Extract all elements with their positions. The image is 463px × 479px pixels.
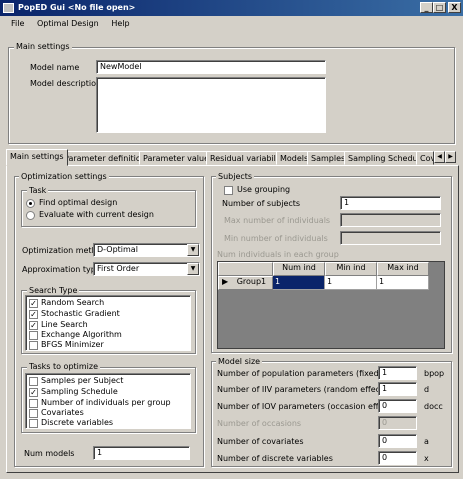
close-button[interactable]: X [448, 2, 461, 13]
optimization-settings-legend: Optimization settings [19, 172, 109, 181]
random-effects-label: Number of IIV parameters (random effects… [217, 385, 391, 394]
tab-samples[interactable]: Samples [307, 151, 350, 165]
main-settings-legend: Main settings [14, 42, 72, 51]
grid-header-min-ind[interactable]: Min ind [325, 262, 377, 276]
tab-scroll-left-icon[interactable]: ◀ [434, 151, 445, 163]
stochastic-gradient-label: Stochastic Gradient [41, 309, 120, 318]
maximize-button[interactable]: □ [433, 2, 446, 13]
grid-corner-cell [218, 262, 273, 276]
discrete-variables-checkbox[interactable] [29, 419, 38, 428]
grid-cell-num-ind[interactable]: 1 [273, 276, 325, 290]
menu-help[interactable]: Help [106, 16, 134, 32]
task-group [21, 190, 196, 227]
stochastic-gradient-checkbox[interactable]: ✓ [29, 310, 38, 319]
samples-per-subject-label: Samples per Subject [41, 376, 124, 385]
use-grouping-checkbox[interactable] [224, 186, 233, 195]
approximation-type-value: First Order [97, 264, 140, 273]
random-effects-input[interactable]: 1 [378, 382, 417, 396]
tab-main-settings[interactable]: Main settings [6, 149, 68, 166]
approximation-type-select[interactable]: First Order ▼ [93, 262, 200, 276]
row-pointer-icon: ▶ [222, 277, 229, 286]
grid-row-name: Group1 [236, 277, 267, 286]
menu-bar: File Optimal Design Help [0, 16, 463, 32]
optimization-method-select[interactable]: D-Optimal ▼ [93, 243, 200, 257]
sampling-schedule-label: Sampling Schedule [41, 387, 118, 396]
covariates-count-label: Number of covariates [217, 437, 304, 446]
search-type-list: ✓ Random Search ✓ Stochastic Gradient ✓ … [25, 295, 191, 351]
individuals-per-group-checkbox[interactable] [29, 399, 38, 408]
model-name-label: Model name [30, 63, 80, 72]
exchange-algorithm-label: Exchange Algorithm [41, 330, 122, 339]
menu-file[interactable]: File [6, 16, 29, 32]
subjects-legend: Subjects [216, 172, 255, 181]
line-search-checkbox[interactable]: ✓ [29, 321, 38, 330]
line-search-label: Line Search [41, 320, 88, 329]
menu-optimal-design[interactable]: Optimal Design [32, 16, 104, 32]
max-individuals-label: Max number of individuals [224, 216, 331, 225]
tab-covariates[interactable]: Cov [416, 151, 434, 165]
random-search-checkbox[interactable]: ✓ [29, 299, 38, 308]
occasions-input: 0 [378, 416, 417, 430]
grid-row-header[interactable]: ▶ Group1 [218, 276, 273, 290]
samples-per-subject-checkbox[interactable] [29, 377, 38, 386]
bfgs-minimizer-label: BFGS Minimizer [41, 340, 104, 349]
minimize-button[interactable]: _ [420, 2, 433, 13]
window-title: PopED Gui <No file open> [18, 3, 136, 12]
task-evaluate-radio[interactable] [26, 211, 35, 220]
max-individuals-input [340, 213, 441, 227]
individuals-per-group-label: Number of individuals per group [41, 398, 171, 407]
discrete-variables-label: Discrete variables [41, 418, 114, 427]
grid-cell-min-ind[interactable]: 1 [325, 276, 377, 290]
covariates-count-input[interactable]: 0 [378, 434, 417, 448]
task-find-optimal-label: Find optimal design [39, 198, 118, 207]
discrete-variables-count-label: Number of discrete variables [217, 454, 333, 463]
number-of-subjects-input[interactable]: 1 [340, 196, 441, 210]
fixed-effects-unit: bpop [424, 369, 445, 378]
model-description-textarea[interactable] [96, 77, 326, 133]
model-description-label: Model description [30, 79, 102, 88]
sampling-schedule-checkbox[interactable]: ✓ [29, 388, 38, 397]
task-legend: Task [27, 186, 49, 195]
covariates-label: Covariates [41, 408, 84, 417]
min-individuals-label: Min number of individuals [224, 234, 328, 243]
covariates-count-unit: a [424, 437, 429, 446]
individuals-grid: Num ind Min ind Max ind ▶ Group1 1 1 1 [217, 261, 445, 349]
individuals-grid-label: Num individuals in each group [217, 250, 339, 259]
number-of-subjects-label: Number of subjects [222, 199, 301, 208]
fixed-effects-input[interactable]: 1 [378, 366, 417, 380]
optimization-method-value: D-Optimal [97, 245, 138, 254]
min-individuals-input [340, 231, 441, 245]
covariates-checkbox[interactable] [29, 409, 38, 418]
occasions-label: Number of occasions [217, 419, 302, 428]
model-size-legend: Model size [216, 357, 263, 366]
model-name-input[interactable]: NewModel [96, 60, 326, 74]
occasion-effects-unit: docc [424, 402, 443, 411]
occasion-effects-label: Number of IOV parameters (occasion effec… [217, 402, 399, 411]
bfgs-minimizer-checkbox[interactable] [29, 341, 38, 350]
discrete-variables-count-unit: x [424, 454, 429, 463]
chevron-down-icon[interactable]: ▼ [187, 244, 199, 256]
task-find-optimal-radio[interactable] [26, 199, 35, 208]
search-type-legend: Search Type [27, 286, 80, 295]
chevron-down-icon[interactable]: ▼ [187, 263, 199, 275]
exchange-algorithm-checkbox[interactable] [29, 331, 38, 340]
tasks-to-optimize-list: Samples per Subject ✓ Sampling Schedule … [25, 373, 191, 429]
title-bar: PopED Gui <No file open> [0, 0, 463, 16]
app-icon [3, 3, 14, 13]
random-effects-unit: d [424, 385, 430, 394]
random-search-label: Random Search [41, 298, 105, 307]
grid-header-num-ind[interactable]: Num ind [273, 262, 325, 276]
tasks-to-optimize-legend: Tasks to optimize [27, 362, 101, 371]
num-models-input[interactable]: 1 [93, 446, 190, 460]
use-grouping-label: Use grouping [237, 185, 291, 194]
occasion-effects-input[interactable]: 0 [378, 399, 417, 413]
tab-scroll-right-icon[interactable]: ▶ [445, 151, 456, 163]
discrete-variables-count-input[interactable]: 0 [378, 451, 417, 465]
grid-cell-max-ind[interactable]: 1 [377, 276, 429, 290]
task-evaluate-label: Evaluate with current design [39, 210, 154, 219]
approximation-type-label: Approximation type [22, 265, 101, 274]
grid-header-max-ind[interactable]: Max ind [377, 262, 429, 276]
num-models-label: Num models [24, 449, 75, 458]
